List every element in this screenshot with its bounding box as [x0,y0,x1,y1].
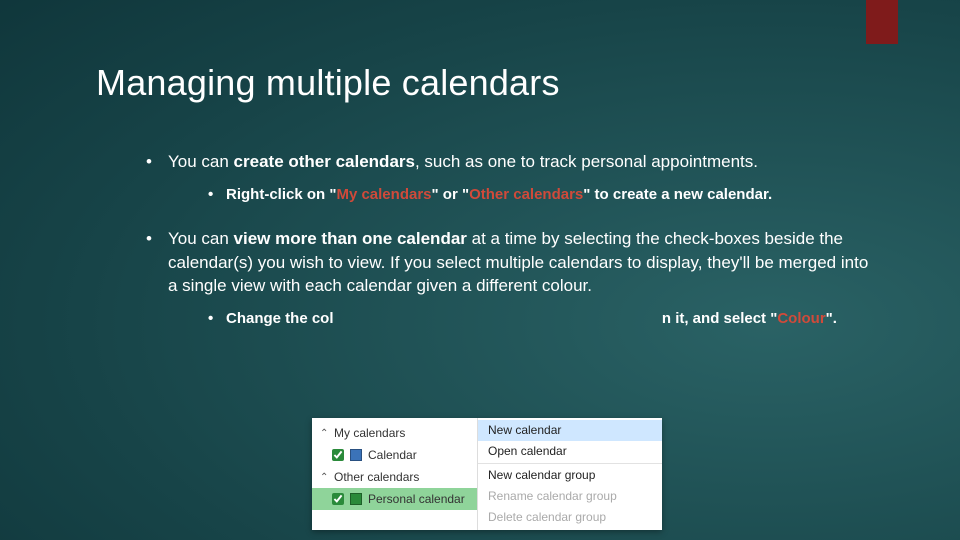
calendar-panel-mock: ⌃ My calendars Calendar ⌃ Other calendar… [312,418,662,530]
text-bold: view more than one calendar [234,229,467,248]
tree-item-personal-calendar[interactable]: Personal calendar [312,488,477,510]
chevron-down-icon: ⌃ [320,428,330,439]
text-bold: create other calendars [234,152,415,171]
text: Right-click on " [226,186,336,203]
text: n it, and select " [662,310,777,327]
menu-item-delete-calendar-group: Delete calendar group [478,507,662,528]
bullet-2: You can view more than one calendar at a… [140,227,870,329]
checkbox[interactable] [332,493,344,505]
menu-item-new-calendar[interactable]: New calendar [478,420,662,441]
color-swatch [350,493,362,505]
chevron-down-icon: ⌃ [320,472,330,483]
text: " to create a new calendar. [583,186,772,203]
calendar-tree: ⌃ My calendars Calendar ⌃ Other calendar… [312,418,478,530]
checkbox[interactable] [332,449,344,461]
slide-body: You can create other calendars, such as … [140,150,870,351]
item-label: Personal calendar [368,492,465,506]
item-label: Calendar [368,448,417,462]
bullet-1: You can create other calendars, such as … [140,150,870,205]
accent-bar [866,0,898,44]
menu-item-open-calendar[interactable]: Open calendar [478,441,662,462]
menu-item-new-calendar-group[interactable]: New calendar group [478,465,662,486]
section-label: Other calendars [334,470,419,484]
tree-section-other-calendars[interactable]: ⌃ Other calendars [312,466,477,488]
text: You can [168,229,234,248]
tree-item-calendar[interactable]: Calendar [312,444,477,466]
section-label: My calendars [334,426,405,440]
context-menu: New calendar Open calendar New calendar … [478,418,662,530]
color-swatch [350,449,362,461]
slide: Managing multiple calendars You can crea… [0,0,960,540]
text: You can [168,152,234,171]
text: " or " [432,186,470,203]
slide-title: Managing multiple calendars [96,62,560,104]
text: Change the col [226,310,334,327]
keyword: Colour [777,310,825,327]
text: , such as one to track personal appointm… [415,152,758,171]
menu-item-rename-calendar-group: Rename calendar group [478,486,662,507]
text: ". [826,310,837,327]
keyword: My calendars [336,186,431,203]
bullet-2-sub: Change the col n it, and select "Colour"… [204,308,870,329]
keyword: Other calendars [469,186,583,203]
bullet-1-sub: Right-click on "My calendars" or "Other … [204,184,870,205]
tree-section-my-calendars[interactable]: ⌃ My calendars [312,422,477,444]
